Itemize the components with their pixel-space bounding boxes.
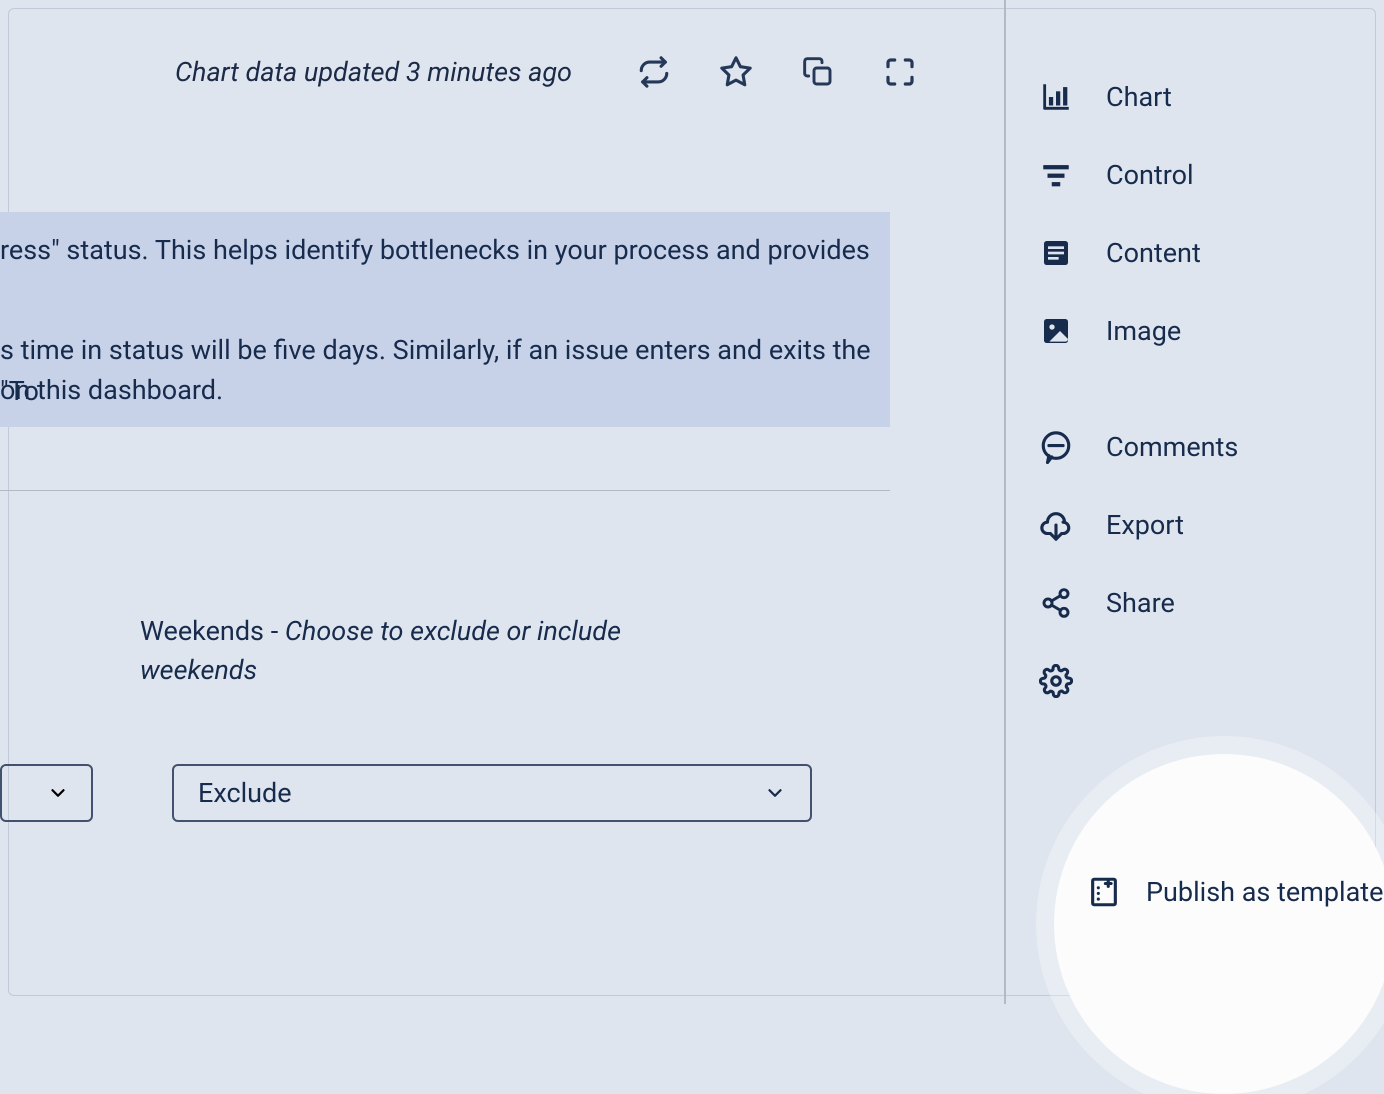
description-line-1: ress" status. This helps identify bottle…: [0, 230, 890, 271]
main-content-area: Chart data updated 3 minutes ago: [0, 0, 1004, 1004]
sidebar-item-label: Content: [1106, 237, 1201, 269]
image-icon: [1038, 313, 1074, 349]
sidebar-item-label: Chart: [1106, 81, 1172, 113]
weekends-label-prefix: Weekends -: [140, 615, 285, 647]
export-icon: [1038, 507, 1074, 543]
sidebar-item-chart[interactable]: Chart: [1038, 58, 1384, 136]
fullscreen-button[interactable]: [880, 52, 920, 92]
weekends-select-value: Exclude: [198, 777, 292, 809]
copy-button[interactable]: [798, 52, 838, 92]
comments-icon: [1038, 429, 1074, 465]
chevron-down-icon: [764, 782, 786, 804]
refresh-icon: [637, 55, 671, 89]
sidebar-item-label: Control: [1106, 159, 1194, 191]
control-icon: [1038, 157, 1074, 193]
partial-select[interactable]: [0, 764, 93, 822]
sidebar-item-publish-template[interactable]: Publish as template: [1086, 874, 1383, 910]
sidebar-item-share[interactable]: Share: [1038, 564, 1384, 642]
header-toolbar: Chart data updated 3 minutes ago: [0, 52, 1004, 92]
weekends-select[interactable]: Exclude: [172, 764, 812, 822]
sidebar-item-label: Comments: [1106, 431, 1238, 463]
fullscreen-icon: [884, 56, 916, 88]
sidebar-item-label: Image: [1106, 315, 1181, 347]
sidebar-item-image[interactable]: Image: [1038, 292, 1384, 370]
sidebar-item-export[interactable]: Export: [1038, 486, 1384, 564]
settings-icon: [1038, 663, 1074, 699]
copy-icon: [802, 56, 834, 88]
publish-template-label: Publish as template: [1146, 876, 1383, 908]
sidebar-item-control[interactable]: Control: [1038, 136, 1384, 214]
content-icon: [1038, 235, 1074, 271]
chart-update-status: Chart data updated 3 minutes ago: [175, 56, 572, 88]
publish-template-icon: [1086, 874, 1122, 910]
sidebar-item-comments[interactable]: Comments: [1038, 408, 1384, 486]
description-line-3: on this dashboard.: [0, 370, 890, 411]
chart-icon: [1038, 79, 1074, 115]
share-icon: [1038, 585, 1074, 621]
sidebar-item-label: Export: [1106, 509, 1184, 541]
favorite-button[interactable]: [716, 52, 756, 92]
section-divider: [0, 490, 890, 491]
publish-spotlight: Publish as template: [1054, 754, 1384, 1094]
weekends-label: Weekends - Choose to exclude or include …: [140, 612, 730, 690]
chevron-down-icon: [47, 782, 69, 804]
refresh-button[interactable]: [634, 52, 674, 92]
sidebar-item-settings[interactable]: [1038, 642, 1384, 720]
sidebar-item-label: Share: [1106, 587, 1175, 619]
star-icon: [719, 55, 753, 89]
sidebar-item-content[interactable]: Content: [1038, 214, 1384, 292]
